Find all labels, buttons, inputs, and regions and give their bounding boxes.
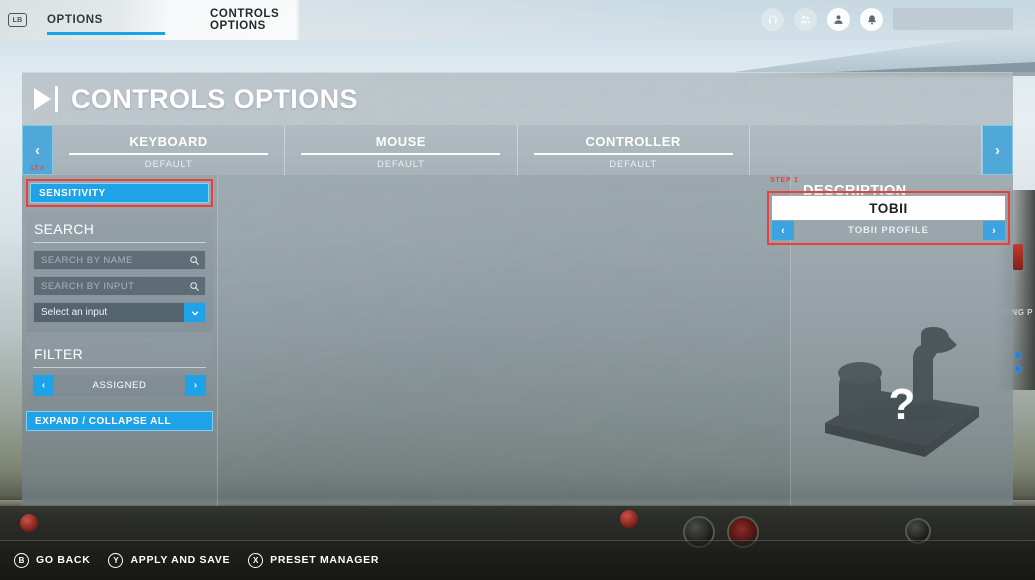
- active-tab-underline: [47, 32, 165, 35]
- tab-options-label: OPTIONS: [47, 14, 103, 26]
- search-icon[interactable]: [183, 255, 205, 266]
- device-tab-rule: [301, 152, 501, 155]
- tab-controls-options[interactable]: CONTROLS OPTIONS: [196, 0, 333, 40]
- chevron-down-icon[interactable]: [184, 303, 205, 322]
- button-b-icon: B: [14, 552, 29, 568]
- expand-collapse-all-label: EXPAND / COLLAPSE ALL: [35, 415, 172, 427]
- cockpit-indicator: [620, 510, 638, 528]
- bottom-action-bar: B GO BACK Y APPLY AND SAVE X PRESET MANA…: [0, 540, 1035, 580]
- notifications-icon[interactable]: [860, 8, 883, 31]
- go-back-label: GO BACK: [36, 554, 91, 566]
- tobii-profile-next-button[interactable]: ›: [983, 221, 1005, 240]
- filter-next-button[interactable]: ›: [185, 375, 206, 396]
- headset-icon[interactable]: [761, 8, 784, 31]
- search-by-name-input[interactable]: [41, 254, 183, 266]
- controls-options-panel: CONTROLS OPTIONS ‹ LT 2 KEYBOARD DEFAULT…: [22, 72, 1013, 506]
- chevron-left-icon: ‹: [35, 141, 40, 159]
- expand-collapse-all-button[interactable]: EXPAND / COLLAPSE ALL: [26, 411, 213, 431]
- device-tab-tobii-slot[interactable]: [750, 125, 982, 175]
- chevron-right-icon: ›: [995, 141, 1000, 159]
- filter-prev-button[interactable]: ‹: [33, 375, 54, 396]
- device-tab-rule: [533, 152, 733, 155]
- divider: [33, 367, 206, 368]
- search-icon[interactable]: [183, 281, 205, 292]
- rb-tab-slot: [893, 8, 1013, 30]
- device-tab-mouse[interactable]: MOUSE DEFAULT: [285, 125, 518, 175]
- tab-options[interactable]: OPTIONS: [33, 0, 173, 40]
- preset-manager-button[interactable]: X PRESET MANAGER: [248, 552, 380, 568]
- search-card: SEARCH Select an input: [26, 213, 213, 332]
- device-prev-button[interactable]: ‹ LT 2: [22, 125, 53, 175]
- device-tab-row: ‹ LT 2 KEYBOARD DEFAULT MOUSE DEFAULT CO…: [22, 125, 1013, 175]
- select-input-value: Select an input: [41, 307, 108, 318]
- tab-controls-options-label: CONTROLS OPTIONS: [210, 8, 280, 32]
- device-tab-keyboard[interactable]: KEYBOARD DEFAULT: [53, 125, 286, 175]
- cockpit-indicator: [20, 514, 38, 532]
- friends-icon[interactable]: [794, 8, 817, 31]
- tobii-profile-name: TOBII PROFILE: [848, 225, 929, 236]
- search-by-name-field[interactable]: [33, 250, 206, 270]
- divider: [0, 540, 1035, 541]
- select-input-dropdown[interactable]: Select an input: [33, 302, 206, 323]
- apply-and-save-label: APPLY AND SAVE: [130, 554, 231, 566]
- cockpit-led: [1015, 366, 1021, 372]
- cockpit-led: [1015, 352, 1021, 358]
- preset-manager-label: PRESET MANAGER: [270, 554, 380, 566]
- device-tab-rule: [69, 152, 269, 155]
- device-prev-key-hint: LT 2: [31, 166, 44, 172]
- apply-and-save-button[interactable]: Y APPLY AND SAVE: [108, 552, 231, 568]
- device-tab-controller-name: CONTROLLER: [585, 133, 681, 149]
- bindings-list-area[interactable]: [218, 175, 791, 506]
- sensitivity-highlight: SENSITIVITY: [26, 179, 213, 207]
- filter-card: FILTER ‹ ASSIGNED ›: [26, 338, 213, 405]
- device-tab-tobii-name: TOBII: [869, 200, 908, 216]
- go-back-button[interactable]: B GO BACK: [14, 552, 91, 568]
- device-illustration: ?: [791, 310, 1013, 470]
- device-next-button[interactable]: ›: [982, 125, 1013, 175]
- unknown-device-placeholder: ?: [888, 380, 916, 429]
- filter-heading: FILTER: [34, 346, 83, 362]
- profile-icon[interactable]: [827, 8, 850, 31]
- sidebar: SENSITIVITY SEARCH SEARCH BY NAME SEARCH…: [22, 175, 218, 506]
- tobii-profile-selector: ‹ TOBII PROFILE ›: [772, 221, 1005, 240]
- search-by-input-input[interactable]: [41, 280, 183, 292]
- device-tab-mouse-name: MOUSE: [375, 133, 426, 149]
- device-tab-keyboard-profile: DEFAULT: [144, 158, 193, 170]
- divider: [33, 242, 206, 243]
- top-tab-bar: LB OPTIONS CONTROLS OPTIONS: [0, 0, 1035, 40]
- step-1-annotation: STEP 1: [770, 177, 799, 184]
- search-by-input-field[interactable]: [33, 276, 206, 296]
- page-title: CONTROLS OPTIONS: [71, 83, 358, 114]
- device-tab-mouse-profile: DEFAULT: [377, 158, 425, 170]
- device-tab-controller-profile: DEFAULT: [609, 158, 657, 170]
- button-x-icon: X: [248, 552, 264, 568]
- sensitivity-button-label: SENSITIVITY: [39, 187, 106, 199]
- title-divider: [55, 86, 58, 112]
- search-heading: SEARCH: [34, 221, 95, 237]
- cockpit-red-switch: [1013, 244, 1023, 270]
- filter-value: ASSIGNED: [54, 375, 185, 396]
- device-tab-controller[interactable]: CONTROLLER DEFAULT: [518, 125, 750, 175]
- top-status-icons: [761, 8, 883, 31]
- device-tab-tobii[interactable]: TOBII ‹ TOBII PROFILE ›: [767, 191, 1010, 245]
- tobii-profile-prev-button[interactable]: ‹: [772, 221, 794, 240]
- button-y-icon: Y: [108, 552, 124, 568]
- device-tab-keyboard-name: KEYBOARD: [129, 133, 208, 149]
- panel-header: CONTROLS OPTIONS: [22, 73, 1013, 125]
- sensitivity-button[interactable]: SENSITIVITY: [30, 183, 209, 203]
- chevron-right-icon: [34, 88, 51, 110]
- device-tab-tobii-name-box[interactable]: TOBII: [772, 196, 1005, 220]
- filter-selector: ‹ ASSIGNED ›: [33, 375, 206, 396]
- lb-button-icon: LB: [8, 13, 27, 27]
